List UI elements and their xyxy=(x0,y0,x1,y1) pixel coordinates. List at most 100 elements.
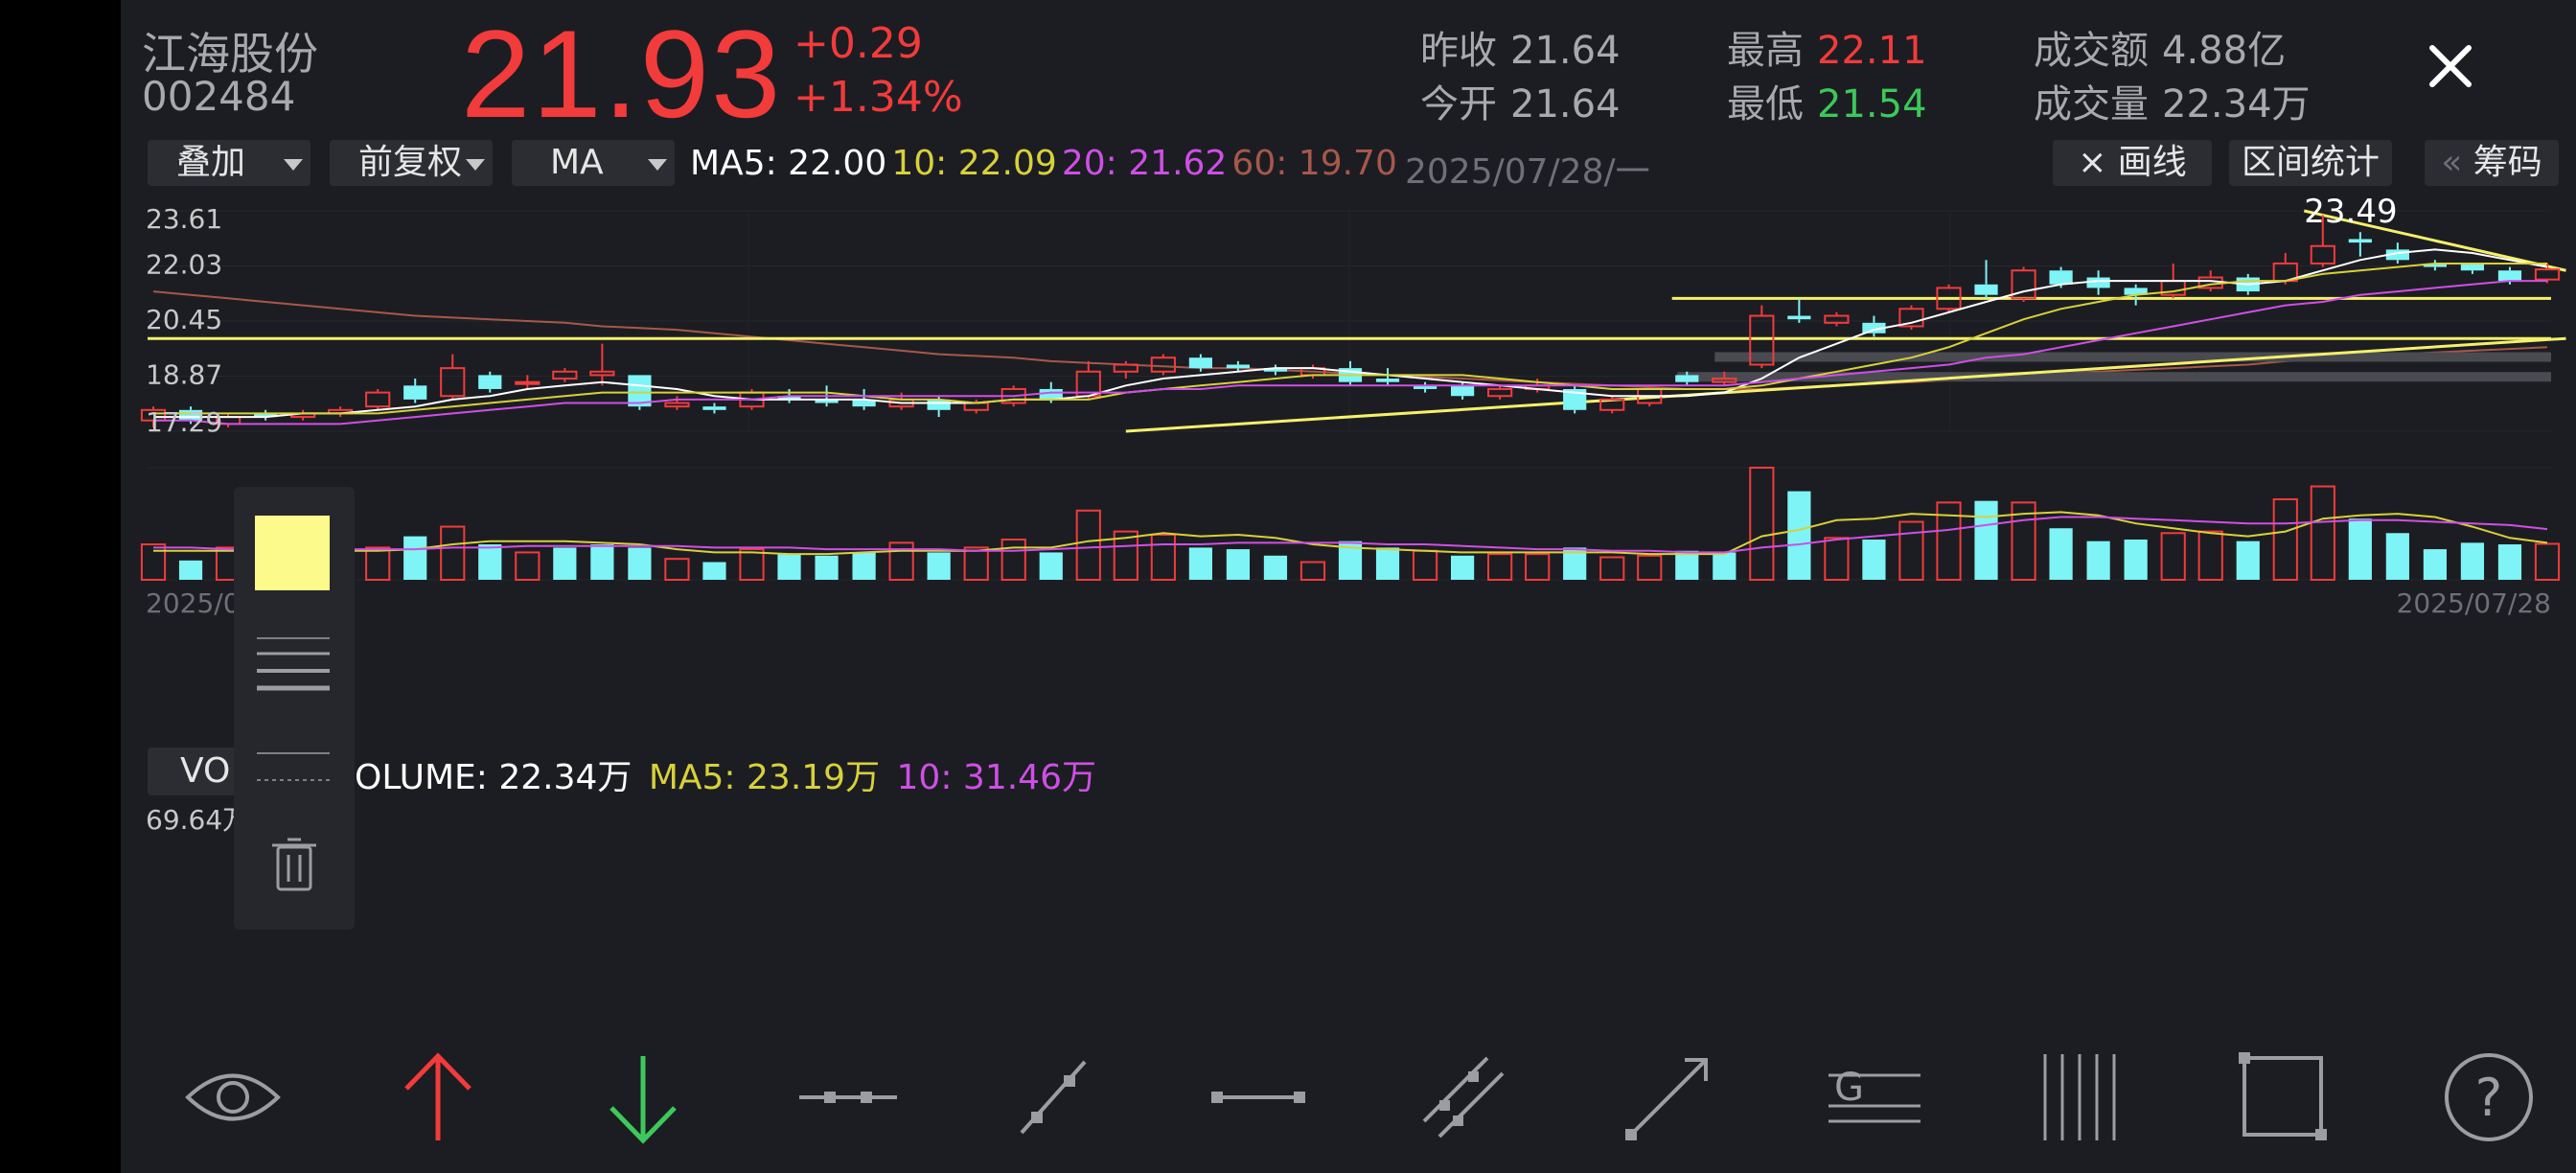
candle-body xyxy=(1150,356,1176,373)
candle xyxy=(1824,311,1850,327)
volume-bar xyxy=(2348,518,2372,580)
volume-bar xyxy=(702,562,726,580)
gann-icon[interactable]: G xyxy=(1821,1045,1926,1150)
candle xyxy=(1599,396,1625,414)
candle-body xyxy=(664,402,690,408)
candle-body xyxy=(365,391,391,408)
highlight-band xyxy=(1714,352,2551,362)
volume-bar xyxy=(1862,539,1886,580)
volume-bar xyxy=(2197,530,2223,581)
y-axis-tick-label: 20.45 xyxy=(146,304,222,335)
volume-value: 22.34万 xyxy=(2162,82,2311,126)
kline-chart[interactable]: 23.6122.0320.4518.8717.2923.492025/04/23… xyxy=(121,192,2576,1016)
volume-bar xyxy=(1525,553,1551,581)
ma60-value: 60: 19.70 xyxy=(1231,144,1397,183)
candle xyxy=(1263,364,1288,376)
volume-bar xyxy=(2049,528,2073,580)
volume-legend: OLUME: 22.34万 MA5: 23.19万 10: 31.46万 xyxy=(355,749,1096,799)
candle xyxy=(702,402,726,414)
interval-stats-button[interactable]: 区间统计 xyxy=(2229,140,2392,186)
volume-bar xyxy=(1263,555,1288,580)
open-label: 今开 xyxy=(1420,82,1497,126)
candle xyxy=(1787,298,1811,323)
candle xyxy=(1898,305,1924,331)
parallel-channel-icon[interactable] xyxy=(1411,1045,1516,1150)
up-arrow-icon[interactable] xyxy=(385,1045,491,1150)
volume-bar xyxy=(478,544,502,580)
candle xyxy=(2086,270,2110,295)
volume-bar xyxy=(963,546,989,581)
low-quote: 最低 21.54 xyxy=(1727,73,1927,128)
candle xyxy=(1563,385,1587,414)
candle-body xyxy=(1450,385,1475,397)
volume-bar xyxy=(590,544,614,580)
overlay-dropdown[interactable]: 叠加 xyxy=(148,140,310,186)
rectangle-icon[interactable] xyxy=(2231,1045,2336,1150)
chevron-down-icon xyxy=(648,159,667,171)
prev-close-value: 21.64 xyxy=(1510,29,1621,73)
amount-label: 成交额 xyxy=(2034,29,2149,73)
volume-bar xyxy=(2534,542,2561,581)
candle xyxy=(1487,385,1513,400)
volume-bar xyxy=(1599,556,1625,581)
trend-line-icon[interactable] xyxy=(1000,1045,1106,1150)
volume-bar xyxy=(440,525,466,582)
horizontal-segment-icon[interactable] xyxy=(795,1045,901,1150)
indicator-dropdown[interactable]: MA xyxy=(512,140,675,186)
volume-bar xyxy=(2385,533,2409,580)
help-icon[interactable]: ? xyxy=(2436,1045,2542,1150)
ma10-value: 10: 22.09 xyxy=(891,144,1057,183)
prev-close-label: 昨收 xyxy=(1420,29,1497,73)
volume-bar xyxy=(1075,509,1101,582)
ma20-value: 20: 21.62 xyxy=(1061,144,1228,183)
volume-bar xyxy=(1675,550,1699,580)
prev-close-quote: 昨收 21.64 xyxy=(1420,19,1621,75)
close-button[interactable] xyxy=(2419,34,2482,98)
candle xyxy=(290,409,316,421)
eye-icon[interactable] xyxy=(180,1045,286,1150)
volume-quote: 成交量 22.34万 xyxy=(2034,73,2311,128)
line-style-icon[interactable] xyxy=(253,631,334,698)
candle-body xyxy=(589,370,615,377)
overlay-label: 叠加 xyxy=(176,143,246,182)
volume-bar xyxy=(403,536,427,580)
volume-bar xyxy=(664,558,690,582)
low-label: 最低 xyxy=(1727,82,1804,126)
current-price: 21.93 xyxy=(461,4,783,144)
candle-body xyxy=(702,406,726,410)
volume-bar xyxy=(1039,552,1063,580)
horizontal-line-icon[interactable] xyxy=(1206,1045,1311,1150)
candle xyxy=(1150,354,1176,376)
color-swatch[interactable] xyxy=(255,516,330,590)
end-date-label: 2025/07/28 xyxy=(2397,587,2551,619)
volume-bar xyxy=(852,552,876,580)
chips-button[interactable]: « 筹码 xyxy=(2425,140,2559,186)
cursor-date: 2025/07/28/一 xyxy=(1405,152,1650,192)
double-chevron-left-icon: « xyxy=(2441,143,2463,182)
candle-body xyxy=(2460,263,2485,271)
candle-body xyxy=(2049,270,2073,285)
open-quote: 今开 21.64 xyxy=(1420,73,1621,128)
trash-icon[interactable] xyxy=(268,834,320,895)
candle xyxy=(403,379,427,403)
vertical-lines-icon[interactable] xyxy=(2026,1045,2131,1150)
chevron-down-icon xyxy=(284,159,303,171)
down-arrow-icon[interactable] xyxy=(590,1045,696,1150)
candle xyxy=(1375,368,1400,386)
volume-bar xyxy=(927,552,951,580)
high-quote: 最高 22.11 xyxy=(1727,19,1927,75)
ray-arrow-icon[interactable] xyxy=(1616,1045,1721,1150)
candle-body xyxy=(2086,277,2110,288)
volume-bar xyxy=(1412,549,1438,581)
volume-bar xyxy=(2086,540,2110,580)
svg-text:?: ? xyxy=(2475,1068,2503,1128)
candle-body xyxy=(2497,270,2522,282)
candle-body xyxy=(1824,314,1850,324)
candle xyxy=(2460,263,2485,274)
line-thin-icon[interactable] xyxy=(253,734,334,792)
draw-line-button[interactable]: × 画线 xyxy=(2053,140,2212,186)
volume-bar xyxy=(515,551,540,582)
adjust-dropdown[interactable]: 前复权 xyxy=(330,140,493,186)
candle-body xyxy=(963,402,989,411)
candle-body xyxy=(403,385,427,400)
